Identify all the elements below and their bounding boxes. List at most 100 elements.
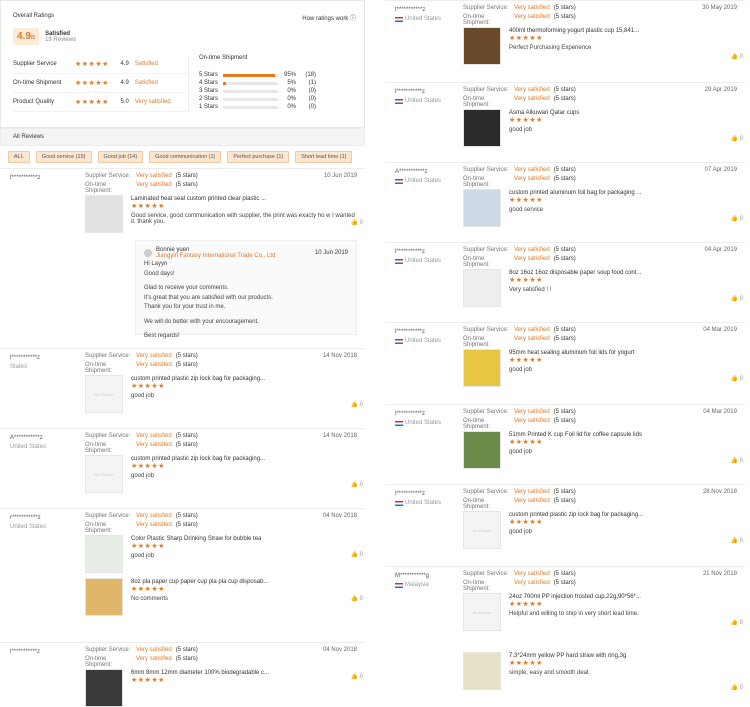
review-product: 51mm Printed K cup Foil lid for coffee c…: [463, 431, 737, 469]
reviewer-info: l***********z United States: [395, 89, 455, 104]
product-text: custom printed plastic zip lock bag for …: [131, 375, 265, 413]
like-button[interactable]: 👍 0: [731, 215, 743, 222]
reviewer-name: M***********g: [395, 573, 430, 579]
supplier-service-stars: (5 stars): [175, 173, 198, 179]
reply-line: [144, 314, 348, 317]
review-comment: good job: [509, 449, 533, 455]
supplier-service-label: Supplier Service:: [463, 87, 509, 93]
like-button[interactable]: 👍 0: [731, 684, 743, 691]
product-thumbnail[interactable]: [85, 578, 123, 616]
review-product: No Picture 24oz 700ml PP injection froste…: [463, 593, 737, 631]
like-button[interactable]: 👍 0: [351, 401, 363, 408]
like-button[interactable]: 👍 0: [351, 551, 363, 558]
review-filter-chip[interactable]: Good service (15): [35, 151, 92, 163]
review-comment: Perfect Purchasing Experience: [509, 45, 592, 51]
review-comment: Good service, good communication with su…: [131, 213, 355, 225]
review-comment: good job: [131, 393, 155, 399]
product-stars: ★★★★★: [131, 543, 165, 550]
ontime-shipment-stars: (5 stars): [175, 362, 198, 368]
product-thumbnail[interactable]: No Picture: [463, 511, 501, 549]
supplier-service-label: Supplier Service:: [85, 513, 131, 519]
product-stars: ★★★★★: [131, 463, 165, 470]
like-button[interactable]: 👍 0: [731, 295, 743, 302]
review-item: A***********z United States Supplier Servi…: [385, 162, 745, 242]
distribution-percent: 0%: [287, 88, 296, 94]
review-filter-chip[interactable]: Good job (14): [97, 151, 144, 163]
distribution-percent: 0%: [287, 104, 296, 110]
product-text: custom printed plastic zip lock bag for …: [131, 455, 265, 493]
country-name: States: [10, 364, 28, 370]
supplier-service-line: Supplier Service: Very satisfied (5 stars): [463, 167, 737, 176]
like-button[interactable]: 👍 0: [731, 375, 743, 382]
like-button[interactable]: 👍 0: [731, 135, 743, 142]
like-button[interactable]: 👍 0: [351, 595, 363, 602]
product-text: 24oz 700ml PP injection frosted cup,22g,…: [509, 593, 641, 631]
like-button[interactable]: 👍 0: [351, 219, 363, 226]
product-text: custom printed plastic zip lock bag for …: [509, 511, 643, 549]
supplier-service-stars: (5 stars): [553, 87, 576, 93]
product-thumbnail[interactable]: [85, 669, 123, 707]
review-product: Laminated heat seal custom printed clear…: [85, 195, 357, 233]
product-thumbnail[interactable]: No Picture: [85, 375, 123, 413]
product-thumbnail[interactable]: [85, 535, 123, 573]
review-item: 8oz pla paper cup paper cup pla pla cup …: [0, 570, 365, 642]
reviewer-country: United States: [395, 98, 455, 104]
supplier-service-stars: (5 stars): [175, 647, 198, 653]
reply-company[interactable]: Jiangyin Fantasy International Trade Co.…: [156, 253, 275, 259]
how-ratings-work-link[interactable]: How ratings work ⓘ: [302, 13, 356, 22]
supplier-service-line: Supplier Service: Very satisfied (5 stars): [463, 409, 737, 418]
ontime-shipment-verdict: Very satisfied: [136, 362, 172, 368]
supplier-service-verdict: Very satisfied: [136, 433, 172, 439]
review-date: 14 Nov 2018: [322, 353, 357, 359]
like-button[interactable]: 👍 0: [731, 537, 743, 544]
ontime-shipment-stars: (5 stars): [553, 256, 576, 262]
reviewer-info: A***********z United States: [395, 169, 455, 184]
supplier-service-stars: (5 stars): [553, 5, 576, 11]
ontime-shipment-line: On-time Shipment: Very satisfied (5 stars): [463, 256, 737, 268]
review-product: 8oz pla paper cup paper cup pla pla cup …: [85, 578, 357, 616]
ontime-shipment-label: On-time Shipment:: [463, 176, 491, 188]
distribution-bar-fill: [223, 73, 276, 77]
like-button[interactable]: 👍 0: [731, 619, 743, 626]
reply-line: Good days!: [144, 270, 175, 277]
reviewer-info: l***********z United States: [395, 329, 455, 344]
product-thumbnail[interactable]: [463, 431, 501, 469]
ontime-shipment-stars: (5 stars): [553, 14, 576, 20]
country-name: United States: [10, 444, 47, 450]
product-thumbnail[interactable]: [463, 269, 501, 307]
country-flag-icon: [395, 16, 403, 22]
review-filter-chip[interactable]: Perfect purchase (1): [227, 151, 290, 163]
product-thumbnail[interactable]: [463, 27, 501, 65]
review-product: 6mm 8mm 12mm diameter 100% biodegradable…: [85, 669, 357, 707]
product-thumbnail[interactable]: [463, 349, 501, 387]
review-body: Supplier Service: Very satisfied (5 stars)…: [463, 571, 737, 631]
ontime-shipment-stars: (5 stars): [553, 580, 576, 586]
product-thumbnail[interactable]: [463, 109, 501, 147]
product-thumbnail[interactable]: No Picture: [463, 593, 501, 631]
review-filter-chip[interactable]: Good communication (1): [149, 151, 222, 163]
product-thumbnail[interactable]: [463, 189, 501, 227]
supplier-service-line: Supplier Service: Very satisfied (5 stars): [85, 433, 357, 442]
like-button[interactable]: 👍 0: [731, 457, 743, 464]
product-thumbnail[interactable]: [463, 652, 501, 690]
like-button[interactable]: 👍 0: [351, 673, 363, 680]
product-thumbnail[interactable]: No Picture: [85, 455, 123, 493]
like-button[interactable]: 👍 0: [351, 481, 363, 488]
supplier-service-verdict: Very satisfied: [136, 647, 172, 653]
reviewer-name: t***********z: [10, 175, 41, 181]
ontime-shipment-stars: (5 stars): [553, 336, 576, 342]
review-item: l***********z Supplier Service: Very satis…: [0, 642, 365, 707]
metric-label: Product Quality: [13, 99, 55, 105]
product-thumbnail[interactable]: [85, 195, 123, 233]
product-stars: ★★★★★: [509, 660, 543, 667]
metric-verdict: Satisfied: [134, 61, 158, 67]
country-flag-icon: [395, 582, 403, 588]
ontime-shipment-verdict: Very satisfied: [514, 580, 550, 586]
review-filter-chip[interactable]: ALL: [8, 151, 30, 163]
distribution-row: 2 Stars 0% (0): [199, 95, 352, 103]
like-button[interactable]: 👍 0: [731, 53, 743, 60]
ontime-shipment-stars: (5 stars): [553, 418, 576, 424]
review-filter-chip[interactable]: Short lead time (1): [295, 151, 353, 163]
ontime-shipment-verdict: Very satisfied: [514, 336, 550, 342]
supplier-service-label: Supplier Service:: [85, 647, 131, 653]
